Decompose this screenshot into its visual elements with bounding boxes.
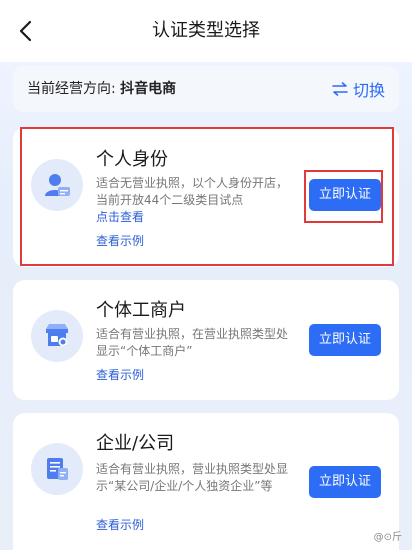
- business-direction-bar: 当前经营方向: 抖音电商 切换: [13, 66, 399, 112]
- card-description: 适合有营业执照，在营业执照类型处显示“个体工商户”: [96, 327, 289, 358]
- direction-label-text: 当前经营方向:: [27, 81, 121, 97]
- verify-now-button[interactable]: 立即认证: [309, 179, 381, 211]
- card-individual-business: 个体工商户 适合有营业执照，在营业执照类型处显示“个体工商户” 查看示例 立即认…: [13, 280, 399, 400]
- direction-value: 抖音电商: [120, 81, 177, 97]
- header: 认证类型选择: [0, 0, 412, 62]
- page-title: 认证类型选择: [152, 20, 260, 41]
- switch-button[interactable]: 切换: [332, 66, 385, 112]
- verify-now-button[interactable]: 立即认证: [309, 466, 381, 498]
- document-icon: [31, 443, 83, 495]
- card-title: 个人身份: [96, 149, 168, 170]
- view-example-link[interactable]: 查看示例: [96, 366, 144, 383]
- shop-icon: [31, 310, 83, 362]
- view-details-link[interactable]: 点击查看: [96, 210, 144, 224]
- card-personal-identity: 个人身份 适合无营业执照，以个人身份开店，当前开放44个二级类目试点点击查看 查…: [13, 127, 399, 267]
- view-example-link[interactable]: 查看示例: [96, 232, 144, 249]
- card-description-text: 适合无营业执照，以个人身份开店，当前开放44个二级类目试点: [96, 176, 289, 207]
- card-company: 企业/公司 适合有营业执照，营业执照类型处显示“某公司/企业/个人独资企业”等 …: [13, 413, 399, 550]
- switch-label: 切换: [352, 81, 385, 100]
- card-title: 企业/公司: [96, 433, 175, 454]
- person-icon: [31, 159, 83, 211]
- watermark: @⊙斤: [373, 532, 402, 543]
- view-example-link[interactable]: 查看示例: [96, 516, 144, 533]
- swap-icon: [332, 82, 348, 96]
- card-description: 适合无营业执照，以个人身份开店，当前开放44个二级类目试点点击查看: [96, 175, 296, 226]
- card-title: 个体工商户: [96, 300, 186, 321]
- verify-now-button[interactable]: 立即认证: [309, 324, 381, 356]
- card-description: 适合有营业执照，营业执照类型处显示“某公司/企业/个人独资企业”等: [96, 462, 289, 493]
- direction-label: 当前经营方向: 抖音电商: [27, 66, 176, 112]
